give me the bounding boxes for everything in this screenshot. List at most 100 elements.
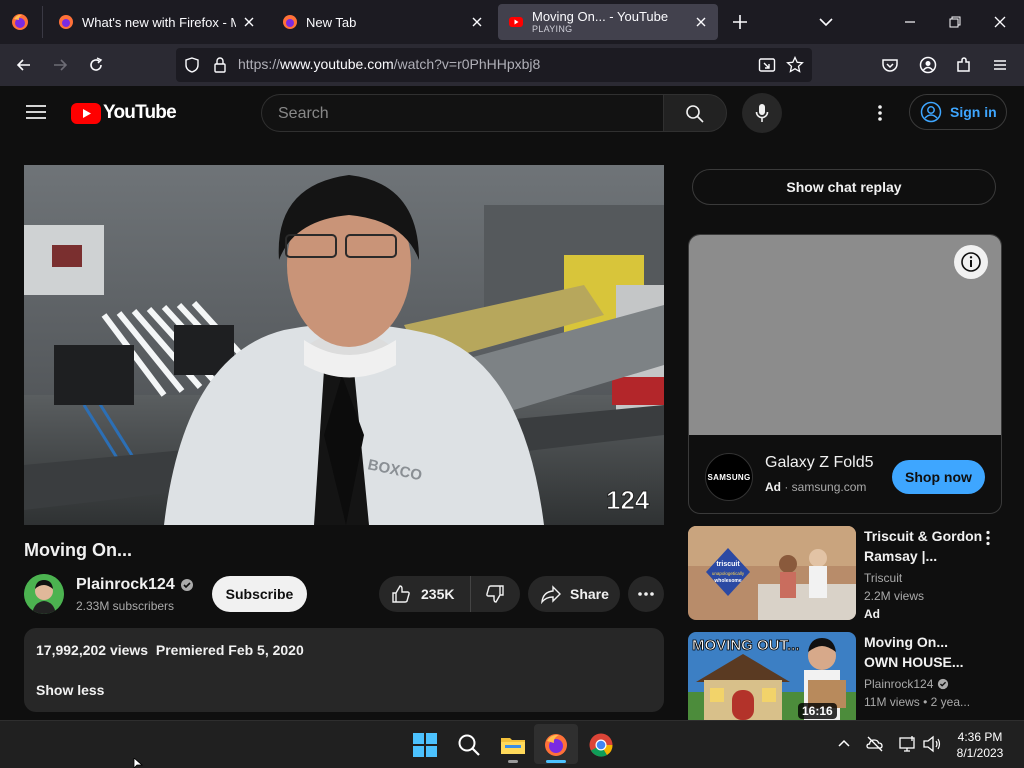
description-box[interactable]: 17,992,202 views Premiered Feb 5, 2020 S… [24,628,664,712]
recommendation-channel: Triscuit [864,571,903,585]
new-tab-plus-icon[interactable] [730,12,750,32]
search-button[interactable] [663,94,727,132]
bookmark-star-icon[interactable] [786,56,804,74]
search-icon [686,105,704,123]
chrome-icon[interactable] [588,732,614,758]
close-window-icon[interactable] [990,12,1010,32]
firefox-icon [283,15,297,29]
volume-icon[interactable] [922,735,942,753]
advertiser-logo: SAMSUNG [705,453,753,501]
show-hidden-icons-chevron-icon[interactable] [836,736,852,752]
taskbar-search-icon[interactable] [456,732,482,758]
subscriber-count: 2.33M subscribers [76,599,175,613]
video-frame: BOXCO 124 [24,165,664,525]
sign-in-button[interactable]: Sign in [909,94,1007,130]
firefox-icon [12,14,28,30]
reload-icon[interactable] [86,55,106,75]
share-button[interactable]: Share [528,576,620,612]
clock-time: 4:36 PM [957,730,1003,744]
back-arrow-icon[interactable] [14,55,34,75]
network-icon[interactable] [898,735,918,753]
like-count: 235K [421,586,455,602]
taskbar-clock[interactable]: 4:36 PM 8/1/2023 [950,729,1010,761]
tab-audio-status: PLAYING [532,24,573,34]
taskbar-active-indicator [546,760,566,763]
dislike-button[interactable] [471,576,519,612]
onedrive-offline-icon[interactable] [866,735,884,753]
info-icon [961,252,981,272]
picture-in-picture-icon[interactable] [758,56,776,74]
microphone-icon [755,104,769,122]
search-input[interactable]: Search [261,94,663,132]
video-player[interactable]: BOXCO 124 [24,165,664,525]
close-tab-icon[interactable] [470,15,484,29]
forward-arrow-icon[interactable] [50,55,70,75]
account-icon[interactable] [918,55,938,75]
close-tab-icon[interactable] [242,15,256,29]
show-chat-replay-button[interactable]: Show chat replay [692,169,996,205]
like-button[interactable]: 235K [379,576,471,612]
ad-badge: Ad [864,607,880,621]
firefox-taskbar-icon[interactable] [543,732,569,758]
tab-title: New Tab [306,14,357,30]
recommendation-views: 2.2M views [864,589,925,603]
minimize-window-icon[interactable] [900,12,920,32]
extensions-puzzle-icon[interactable] [954,55,974,75]
channel-avatar[interactable] [24,574,64,614]
tab-title: What's new with Firefox - More [82,14,236,30]
svg-text:wholesome: wholesome [713,578,741,584]
channel-name[interactable]: Plainrock124 [76,576,194,594]
video-watermark: 124 [606,485,650,515]
ad-meta: Ad · samsung.com [765,480,867,494]
thumbs-down-icon [486,585,504,603]
ad-info-button[interactable] [954,245,988,279]
taskbar-running-indicator [508,760,518,763]
pocket-icon[interactable] [880,55,900,75]
youtube-logo-text: YouTube [103,102,177,123]
list-all-tabs-chevron-icon[interactable] [816,12,836,32]
app-menu-hamburger-icon[interactable] [990,55,1010,75]
recommendation-views: 11M views • 2 yea... [864,695,971,709]
lock-icon[interactable] [212,56,228,74]
video-duration-badge: 16:16 [798,703,837,719]
avatar [24,574,64,614]
close-tab-icon[interactable] [694,15,708,29]
view-stats: 17,992,202 views Premiered Feb 5, 2020 [36,642,304,658]
svg-text:unapologetically: unapologetically [712,571,745,576]
ad-card[interactable]: SAMSUNG Galaxy Z Fold5 Ad · samsung.com … [688,234,1002,514]
verified-check-icon [180,579,193,591]
windows-start-icon[interactable] [412,732,438,758]
guide-menu-icon[interactable] [25,102,47,122]
mouse-cursor-icon [133,758,144,768]
file-explorer-icon[interactable] [500,732,526,758]
svg-text:MOVING OUT...: MOVING OUT... [692,637,800,654]
firefox-view-button[interactable] [10,12,30,32]
youtube-logo[interactable]: YouTube [71,101,177,125]
url-text[interactable]: https://www.youtube.com/watch?v=r0PhHHpx… [238,56,540,72]
tracking-protection-shield-icon[interactable] [184,57,200,73]
more-actions-button[interactable] [628,576,664,612]
recommendation-item[interactable]: triscuit unapologetically wholesome Tris… [688,526,1008,621]
more-horizontal-icon [638,592,654,596]
recommendation-title[interactable]: Moving On... OWN HOUSE... [864,632,994,672]
show-less-button[interactable]: Show less [36,682,104,698]
clock-date: 8/1/2023 [956,746,1004,760]
verified-check-icon [938,678,949,690]
ad-title: Galaxy Z Fold5 [765,454,874,471]
subscribe-button[interactable]: Subscribe [212,576,307,612]
recommendation-thumbnail[interactable]: triscuit unapologetically wholesome [688,526,856,620]
tab-youtube-active[interactable]: Moving On... - YouTube PLAYING [498,4,718,40]
thumbs-up-icon [392,585,410,603]
recommendation-item[interactable]: MOVING OUT... 16:16 Moving On... OWN HOUS… [688,632,1008,720]
voice-search-button[interactable] [742,93,782,133]
settings-kebab-icon[interactable] [870,103,890,123]
recommendation-menu-icon[interactable] [982,530,994,546]
firefox-icon [59,15,73,29]
account-circle-icon [920,101,942,123]
restore-window-icon[interactable] [945,12,965,32]
recommendation-title[interactable]: Triscuit & Gordon Ramsay |... [864,526,994,566]
shop-now-button[interactable]: Shop now [892,460,985,494]
tab-firefox-whats-new[interactable]: What's new with Firefox - More [48,4,266,40]
like-dislike-group: 235K [379,576,520,612]
tab-new-tab[interactable]: New Tab [272,4,494,40]
